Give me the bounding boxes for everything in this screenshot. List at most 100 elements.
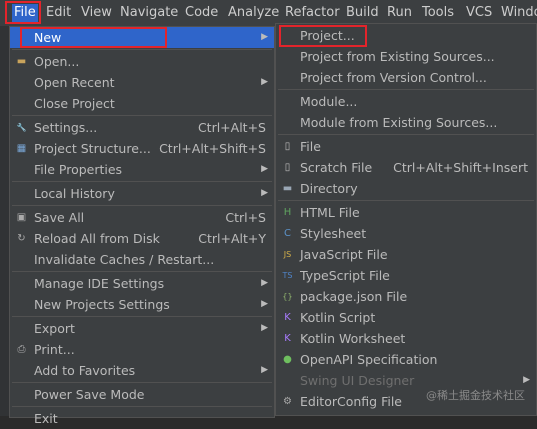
kotlin-worksheet-icon: K — [284, 333, 291, 344]
menu-item-shortcut: Ctrl+Alt+Y — [198, 231, 266, 246]
submenu-arrow-icon: ▶ — [261, 32, 268, 42]
menu-item-kotlin-script[interactable]: K Kotlin Script — [276, 307, 536, 328]
menu-separator — [278, 200, 534, 201]
menu-separator — [278, 134, 534, 135]
menu-separator — [278, 89, 534, 90]
menu-tools[interactable]: Tools — [422, 4, 454, 22]
menu-code[interactable]: Code — [185, 4, 218, 22]
menu-item-project-structure[interactable]: ▦ Project Structure... Ctrl+Alt+Shift+S — [10, 138, 274, 159]
menu-item-label: File Properties — [34, 162, 123, 177]
editorconfig-icon: ⚙ — [283, 396, 292, 407]
menu-item-label: Local History — [34, 186, 115, 201]
menu-item-label: Directory — [300, 181, 358, 196]
menu-refactor[interactable]: Refactor — [285, 4, 340, 22]
submenu-arrow-icon: ▶ — [261, 323, 268, 333]
menu-item-save-all[interactable]: ▣ Save All Ctrl+S — [10, 207, 274, 228]
menu-item-open[interactable]: ▬ Open... — [10, 51, 274, 72]
menu-windo[interactable]: Windo — [501, 4, 537, 22]
menu-item-scratch-file[interactable]: ▯ Scratch File Ctrl+Alt+Shift+Insert — [276, 157, 536, 178]
css-file-icon: C — [284, 228, 291, 239]
menu-item-label: Project from Existing Sources... — [300, 49, 495, 64]
menu-item-label: Exit — [34, 411, 58, 426]
menu-build[interactable]: Build — [346, 4, 379, 22]
menu-item-label: Close Project — [34, 96, 115, 111]
menu-item-openapi-specification[interactable]: ● OpenAPI Specification — [276, 349, 536, 370]
menu-separator — [12, 406, 272, 407]
menu-item-manage-ide-settings[interactable]: Manage IDE Settings ▶ — [10, 273, 274, 294]
menu-item-open-recent[interactable]: Open Recent ▶ — [10, 72, 274, 93]
menu-item-html-file[interactable]: H HTML File — [276, 202, 536, 223]
reload-icon: ↻ — [17, 233, 26, 244]
menu-item-shortcut: Ctrl+Alt+Shift+S — [159, 141, 266, 156]
menu-analyze[interactable]: Analyze — [228, 4, 279, 22]
submenu-arrow-icon: ▶ — [261, 188, 268, 198]
menu-item-exit[interactable]: Exit — [10, 408, 274, 429]
menu-item-project-from-version-control[interactable]: Project from Version Control... — [276, 67, 536, 88]
menu-item-label: Project from Version Control... — [300, 70, 487, 85]
menu-item-reload-all-from-disk[interactable]: ↻ Reload All from Disk Ctrl+Alt+Y — [10, 228, 274, 249]
menu-item-typescript-file[interactable]: TS TypeScript File — [276, 265, 536, 286]
menu-item-label: OpenAPI Specification — [300, 352, 438, 367]
menu-item-shortcut: Ctrl+Alt+Shift+Insert — [393, 160, 528, 175]
watermark: @稀土掘金技术社区 — [426, 389, 525, 402]
menu-separator — [12, 49, 272, 50]
menu-run[interactable]: Run — [387, 4, 412, 22]
menu-item-label: Module from Existing Sources... — [300, 115, 498, 130]
menu-item-project-from-existing-sources[interactable]: Project from Existing Sources... — [276, 46, 536, 67]
menu-item-javascript-file[interactable]: JS JavaScript File — [276, 244, 536, 265]
menu-item-label: Save All — [34, 210, 85, 225]
kotlin-script-icon: K — [284, 312, 291, 323]
html-file-icon: H — [283, 207, 292, 218]
menu-navigate[interactable]: Navigate — [120, 4, 178, 22]
menu-item-directory[interactable]: ▬ Directory — [276, 178, 536, 199]
menu-item-label: Stylesheet — [300, 226, 367, 241]
menu-item-label: Reload All from Disk — [34, 231, 160, 246]
menu-item-label: Open... — [34, 54, 80, 69]
menu-item-module-from-existing-sources[interactable]: Module from Existing Sources... — [276, 112, 536, 133]
menu-item-label: TypeScript File — [300, 268, 390, 283]
menu-item-label: EditorConfig File — [300, 394, 402, 409]
file-icon: ▯ — [284, 141, 291, 152]
menu-item-package-json-file[interactable]: {} package.json File — [276, 286, 536, 307]
menu-item-power-save-mode[interactable]: Power Save Mode — [10, 384, 274, 405]
menu-item-label: Invalidate Caches / Restart... — [34, 252, 215, 267]
print-icon: ⎙ — [17, 344, 26, 355]
menu-item-label: Kotlin Script — [300, 310, 376, 325]
submenu-arrow-icon: ▶ — [261, 299, 268, 309]
menu-item-invalidate-caches-restart[interactable]: Invalidate Caches / Restart... — [10, 249, 274, 270]
menu-separator — [12, 271, 272, 272]
menu-item-label: HTML File — [300, 205, 360, 220]
menu-separator — [12, 181, 272, 182]
menu-item-label: Project Structure... — [34, 141, 151, 156]
menu-item-add-to-favorites[interactable]: Add to Favorites ▶ — [10, 360, 274, 381]
menu-item-label: Power Save Mode — [34, 387, 145, 402]
menu-item-export[interactable]: Export ▶ — [10, 318, 274, 339]
menu-item-close-project[interactable]: Close Project — [10, 93, 274, 114]
menu-item-stylesheet[interactable]: C Stylesheet — [276, 223, 536, 244]
file-menu-highlight-box — [5, 1, 41, 24]
menu-separator — [12, 316, 272, 317]
folder-icon: ▬ — [16, 56, 27, 67]
menu-item-local-history[interactable]: Local History ▶ — [10, 183, 274, 204]
menu-item-label: package.json File — [300, 289, 408, 304]
editor-gutter — [0, 26, 9, 416]
menu-item-print[interactable]: ⎙ Print... — [10, 339, 274, 360]
menu-item-kotlin-worksheet[interactable]: K Kotlin Worksheet — [276, 328, 536, 349]
menu-item-module[interactable]: Module... — [276, 91, 536, 112]
menu-item-shortcut: Ctrl+Alt+S — [197, 120, 266, 135]
menu-item-label: Export — [34, 321, 75, 336]
menu-separator — [12, 115, 272, 116]
menu-vcs[interactable]: VCS — [466, 4, 492, 22]
package-json-icon: {} — [282, 292, 293, 301]
menu-view[interactable]: View — [81, 4, 112, 22]
menu-item-file-properties[interactable]: File Properties ▶ — [10, 159, 274, 180]
menu-separator — [12, 205, 272, 206]
menu-item-file[interactable]: ▯ File — [276, 136, 536, 157]
submenu-arrow-icon: ▶ — [261, 365, 268, 375]
menu-item-new-projects-settings[interactable]: New Projects Settings ▶ — [10, 294, 274, 315]
new-item-highlight-box — [20, 27, 167, 48]
menu-edit[interactable]: Edit — [46, 4, 71, 22]
scratch-file-icon: ▯ — [284, 162, 291, 173]
directory-icon: ▬ — [282, 183, 293, 194]
menu-item-settings[interactable]: 🔧 Settings... Ctrl+Alt+S — [10, 117, 274, 138]
